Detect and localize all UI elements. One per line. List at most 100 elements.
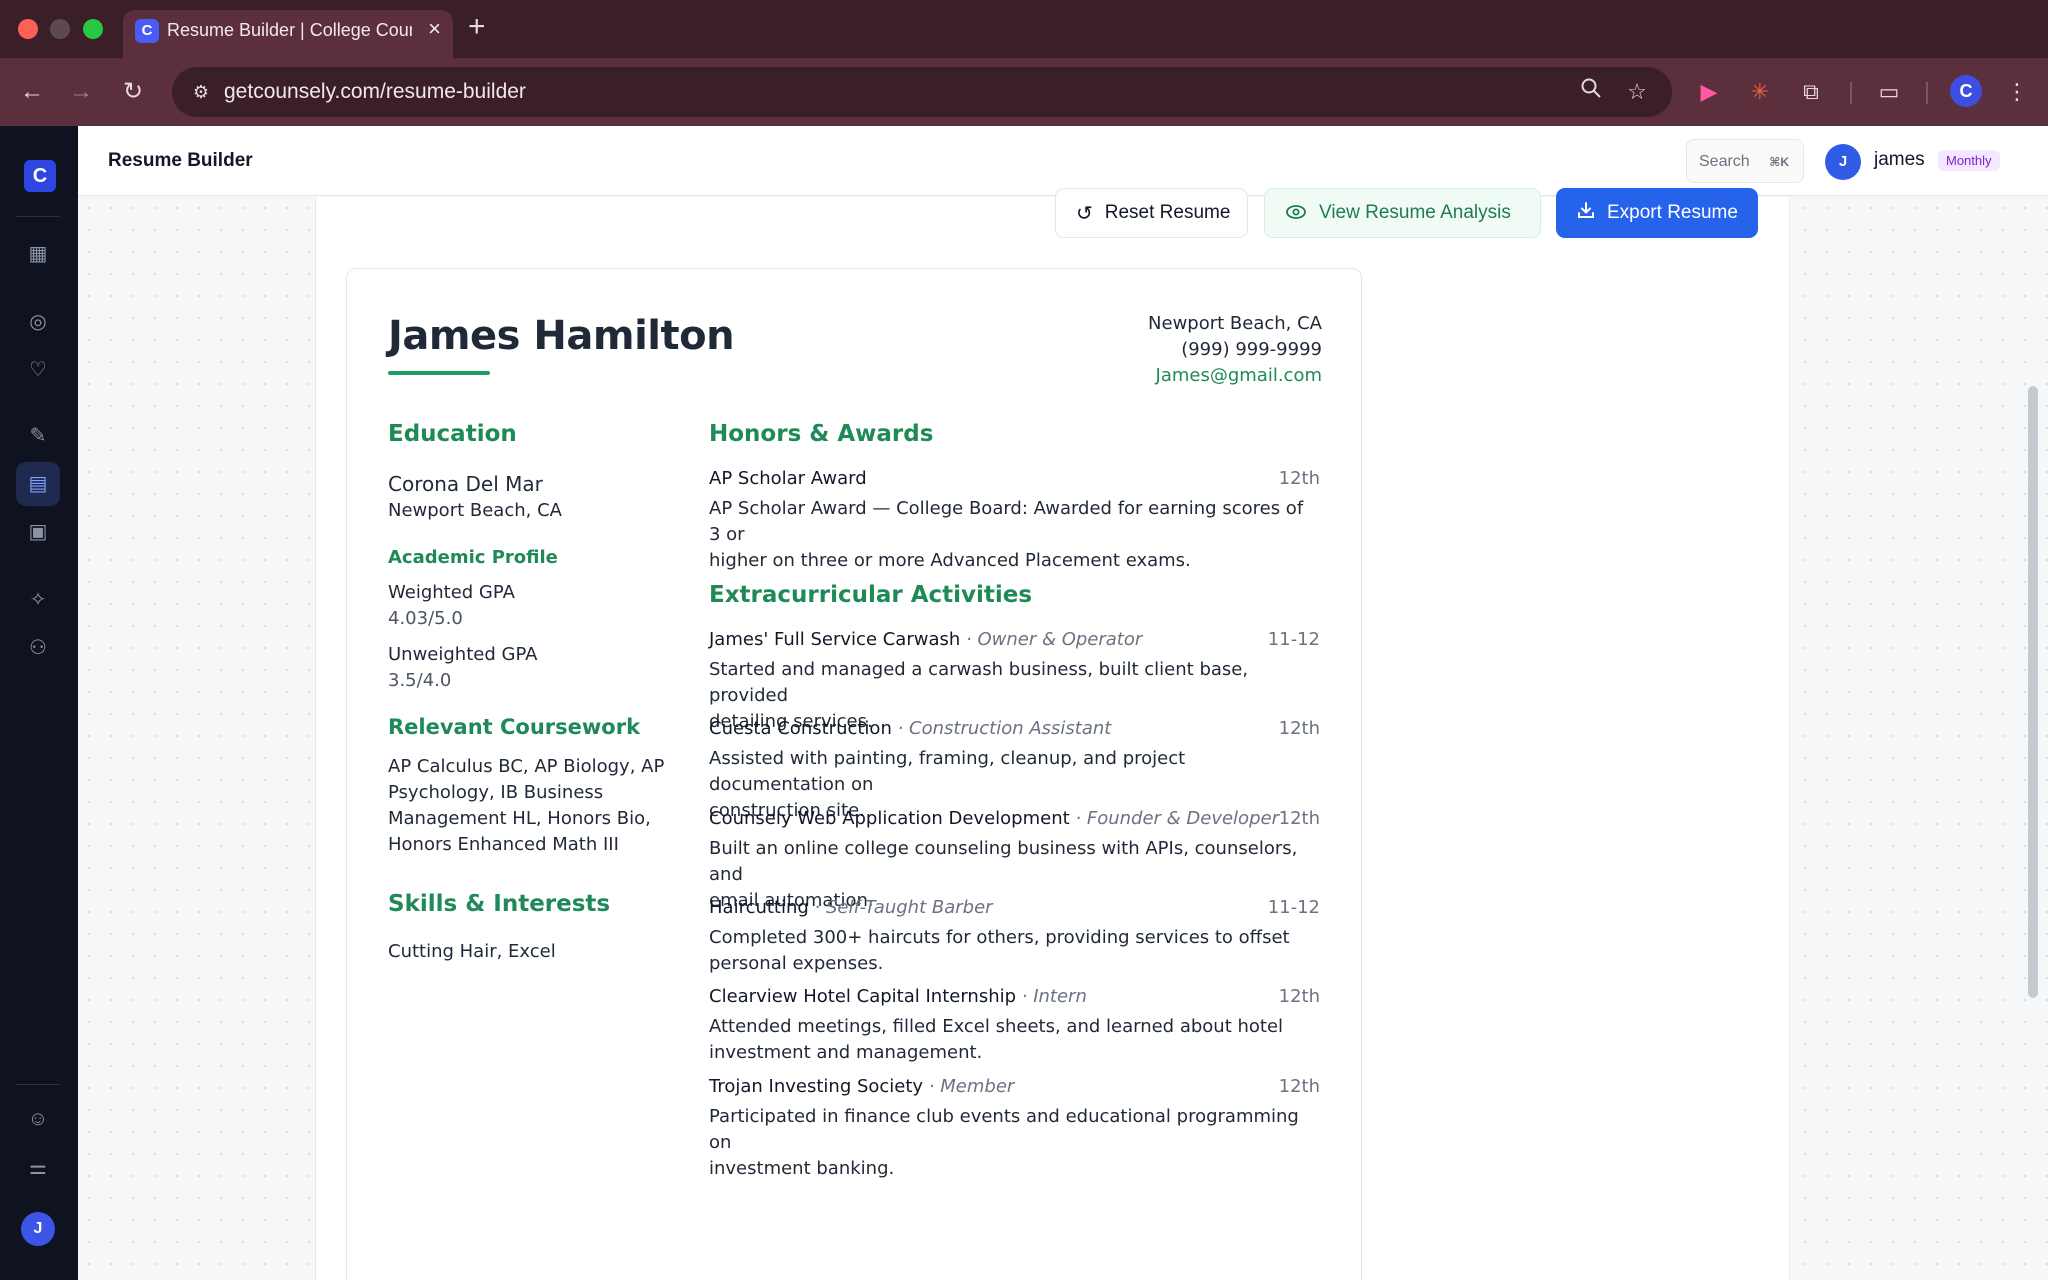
- honors-heading: Honors & Awards: [709, 421, 934, 447]
- tab-search-icon[interactable]: ▭: [1872, 75, 1906, 109]
- browser-profile-icon[interactable]: C: [1950, 75, 1982, 107]
- honor-date: 12th: [1278, 468, 1320, 489]
- explore-compass-icon[interactable]: ◎: [16, 300, 60, 344]
- activities-heading: Extracurricular Activities: [709, 582, 1033, 608]
- unweighted-gpa-value: 3.5/4.0: [388, 670, 452, 691]
- contact-email[interactable]: James@gmail.com: [1148, 363, 1322, 389]
- forward-icon[interactable]: →: [64, 75, 98, 109]
- school-name: Corona Del Mar: [388, 472, 543, 496]
- weighted-gpa-label: Weighted GPA: [388, 582, 515, 603]
- url-text[interactable]: getcounsely.com/resume-builder: [224, 80, 526, 104]
- browser-tab-bar: C Resume Builder | College Counsely × +: [0, 0, 2048, 58]
- close-tab-icon[interactable]: ×: [428, 16, 441, 42]
- settings-sliders-icon[interactable]: ⚌: [16, 1146, 60, 1190]
- reload-icon[interactable]: ↻: [116, 75, 150, 109]
- address-bar[interactable]: ⚙ getcounsely.com/resume-builder ☆: [172, 67, 1672, 117]
- activity-date: 11-12: [1267, 897, 1320, 918]
- activity-desc-line: investment banking.: [709, 1158, 895, 1179]
- browser-tab-active[interactable]: C Resume Builder | College Counsely ×: [123, 10, 453, 58]
- reset-resume-button[interactable]: ↺ Reset Resume: [1055, 188, 1248, 238]
- bookmark-star-icon[interactable]: ☆: [1620, 75, 1654, 109]
- contact-location: Newport Beach, CA: [1148, 313, 1322, 334]
- activity-date: 12th: [1278, 808, 1320, 829]
- skills-heading: Skills & Interests: [388, 891, 611, 917]
- activity-date: 11-12: [1267, 629, 1320, 650]
- plan-badge: Monthly: [1938, 150, 2000, 171]
- toolbar-divider: [1926, 82, 1928, 104]
- coursework-heading: Relevant Coursework: [388, 715, 641, 739]
- activity-title: Trojan Investing Society: [709, 1076, 924, 1097]
- site-settings-icon[interactable]: ⚙: [184, 75, 218, 109]
- close-window-button[interactable]: [18, 19, 38, 39]
- counsely-favicon-icon: C: [135, 19, 159, 43]
- sidebar-divider: [16, 1084, 60, 1085]
- honor-desc-line: higher on three or more Advanced Placeme…: [709, 550, 1191, 571]
- activity-desc-line: investment and management.: [709, 1042, 983, 1063]
- zoom-icon[interactable]: [1574, 75, 1608, 109]
- search-label: Search: [1699, 153, 1750, 170]
- activity-role: · Owner & Operator: [960, 629, 1143, 650]
- counsely-logo[interactable]: C: [24, 160, 56, 192]
- coursework-line: Psychology, IB Business: [388, 782, 604, 803]
- page-scrollbar[interactable]: [2028, 386, 2038, 998]
- browser-menu-icon[interactable]: ⋮: [2000, 75, 2034, 109]
- favorites-heart-icon[interactable]: ♡: [16, 348, 60, 392]
- activity-role: · Construction Assistant: [891, 718, 1112, 739]
- search-shortcut: ⌘K: [1769, 155, 1789, 169]
- extensions-puzzle-icon[interactable]: ⧉: [1794, 75, 1828, 109]
- new-tab-icon[interactable]: +: [468, 10, 486, 44]
- recorder-extension-icon[interactable]: ▶: [1692, 75, 1726, 109]
- minimize-window-button[interactable]: [50, 19, 70, 39]
- contact-block: Newport Beach, CA (999) 999-9999 James@g…: [1148, 311, 1322, 389]
- maximize-window-button[interactable]: [83, 19, 103, 39]
- academic-profile-heading: Academic Profile: [388, 547, 558, 568]
- activity-desc-line: Participated in finance club events and …: [709, 1106, 1299, 1153]
- activity-title: Haircutting: [709, 897, 809, 918]
- activity-role: · Intern: [1016, 986, 1087, 1007]
- view-resume-analysis-label: View Resume Analysis: [1319, 202, 1511, 223]
- contact-phone: (999) 999-9999: [1181, 339, 1322, 360]
- name-underline: [388, 371, 490, 375]
- activity-entry: Clearview Hotel Capital Internship · Int…: [709, 986, 1320, 1066]
- activity-desc-line: Attended meetings, filled Excel sheets, …: [709, 1016, 1284, 1037]
- user-avatar[interactable]: J: [1825, 144, 1861, 180]
- honor-entry: AP Scholar Award 12th AP Scholar Award —…: [709, 468, 1320, 574]
- app-sidebar: C ▦ ◎ ♡ ✎ ▤ ▣ ✧ ⚇ ☺ ⚌ J: [0, 126, 78, 1280]
- calendar-icon[interactable]: ▣: [16, 510, 60, 554]
- activity-role: · Founder & Developer: [1069, 808, 1279, 829]
- view-resume-analysis-button[interactable]: View Resume Analysis: [1264, 188, 1541, 238]
- dashboard-grid-icon[interactable]: ▦: [16, 232, 60, 276]
- ai-sparkle-icon[interactable]: ✧: [16, 578, 60, 622]
- sidebar-avatar[interactable]: J: [21, 1212, 55, 1246]
- sparkle-extension-icon[interactable]: ✳: [1743, 75, 1777, 109]
- activity-desc-line: Completed 300+ haircuts for others, prov…: [709, 927, 1290, 948]
- download-icon: [1577, 201, 1595, 225]
- resume-document-icon[interactable]: ▤: [16, 462, 60, 506]
- reset-icon: ↺: [1076, 202, 1093, 225]
- coursework-text: AP Calculus BC, AP Biology, AP Psycholog…: [388, 754, 664, 858]
- unweighted-gpa-label: Unweighted GPA: [388, 644, 538, 665]
- resume-paper: James Hamilton Newport Beach, CA (999) 9…: [346, 268, 1362, 1280]
- resume-name: James Hamilton: [388, 313, 735, 359]
- user-name[interactable]: james: [1874, 149, 1925, 171]
- activity-title: Counsely Web Application Development: [709, 808, 1070, 829]
- counselors-users-icon[interactable]: ⚇: [16, 626, 60, 670]
- activity-date: 12th: [1278, 986, 1320, 1007]
- essays-pen-icon[interactable]: ✎: [16, 414, 60, 458]
- honor-desc-line: AP Scholar Award — College Board: Awarde…: [709, 498, 1304, 545]
- export-resume-label: Export Resume: [1607, 202, 1738, 223]
- activity-title: James' Full Service Carwash: [709, 629, 961, 650]
- skills-text: Cutting Hair, Excel: [388, 941, 556, 962]
- account-user-circle-icon[interactable]: ☺: [16, 1097, 60, 1141]
- activity-entry: Trojan Investing Society · Member 12th P…: [709, 1076, 1320, 1182]
- toolbar-divider: [1850, 82, 1852, 104]
- activity-desc-line: Built an online college counseling busin…: [709, 838, 1298, 885]
- back-icon[interactable]: ←: [15, 75, 49, 109]
- export-resume-button[interactable]: Export Resume: [1556, 188, 1758, 238]
- education-heading: Education: [388, 421, 517, 447]
- reset-resume-label: Reset Resume: [1104, 202, 1231, 223]
- activity-title: Cuesta Construction: [709, 718, 892, 739]
- activity-entry: Haircutting · Self-Taught Barber 11-12 C…: [709, 897, 1320, 977]
- search-button[interactable]: Search ⌘K: [1686, 139, 1804, 183]
- activity-date: 12th: [1278, 1076, 1320, 1097]
